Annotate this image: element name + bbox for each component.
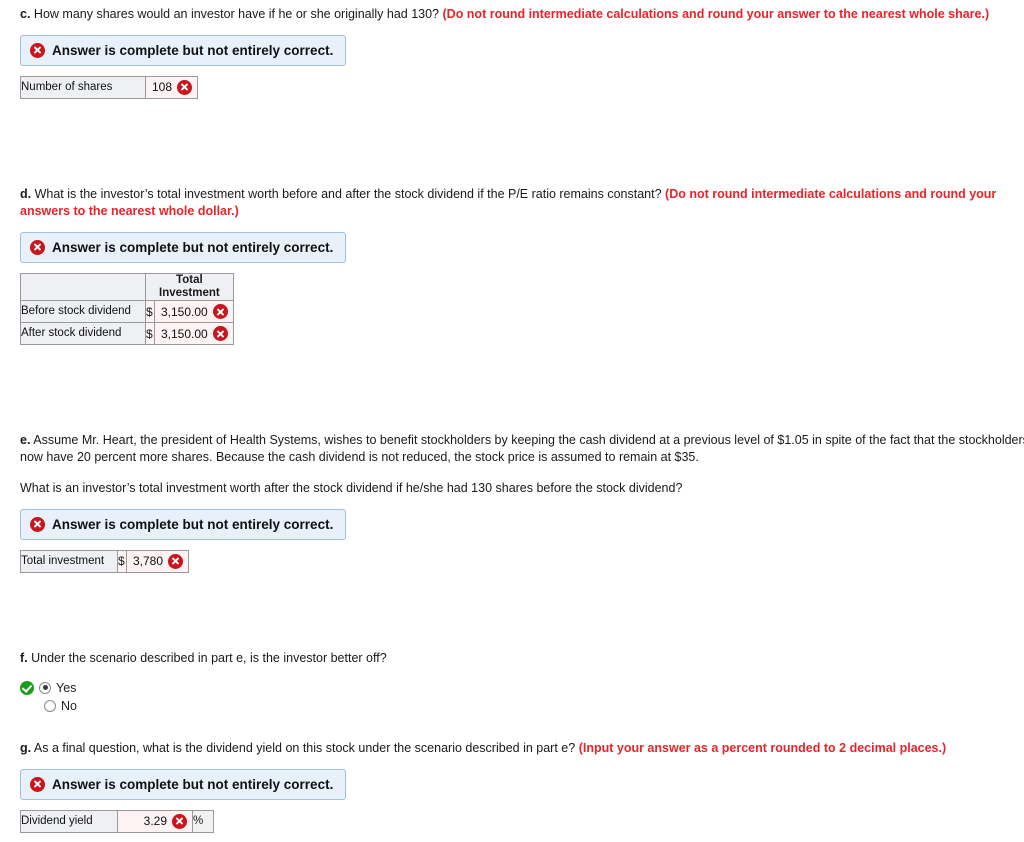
radio-option-yes[interactable]: Yes xyxy=(20,680,1010,695)
answer-table-d: Total Investment Before stock dividend $… xyxy=(20,272,234,346)
question-part-c: c. How many shares would an investor hav… xyxy=(20,6,1010,99)
answer-value-total-investment: 3,780 xyxy=(133,554,164,569)
answer-cell-dividend-yield[interactable]: 3.29 xyxy=(117,809,193,833)
status-banner-e-text: Answer is complete but not entirely corr… xyxy=(52,516,334,532)
answer-value-before-stock-dividend: 3,150.00 xyxy=(161,304,208,319)
error-x-icon xyxy=(30,42,45,58)
radio-yes-label: Yes xyxy=(56,680,77,695)
question-g-label: g. xyxy=(20,741,32,755)
error-x-icon xyxy=(177,79,193,95)
radio-no-input[interactable] xyxy=(44,699,56,712)
answer-cell-total-investment[interactable]: 3,780 xyxy=(125,549,190,573)
question-f-text: f. Under the scenario described in part … xyxy=(20,650,1010,667)
question-e-subtext: What is an investor’s total investment w… xyxy=(20,480,683,495)
row-label-after-stock-dividend: After stock dividend xyxy=(20,322,146,346)
question-c-note: (Do not round intermediate calculations … xyxy=(442,7,990,21)
row-label-total-investment: Total investment xyxy=(20,549,118,573)
question-d-label: d. xyxy=(20,187,32,201)
currency-symbol: $ xyxy=(145,322,155,346)
question-f-body: Under the scenario described in part e, … xyxy=(31,651,387,665)
status-banner-d-text: Answer is complete but not entirely corr… xyxy=(52,239,334,255)
table-row: Number of shares 108 xyxy=(20,75,199,99)
question-f-label: f. xyxy=(20,651,28,665)
answer-cell-number-of-shares[interactable]: 108 xyxy=(144,75,199,99)
question-c-body: How many shares would an investor have i… xyxy=(33,7,440,21)
correct-check-icon xyxy=(20,680,34,695)
answer-table-g: Dividend yield 3.29 % xyxy=(20,809,214,833)
status-banner-c-text: Answer is complete but not entirely corr… xyxy=(52,42,334,58)
column-header-total-investment: Total Investment xyxy=(145,272,234,302)
error-x-icon xyxy=(30,516,45,532)
question-c-label: c. xyxy=(20,7,31,21)
question-g-note: (Input your answer as a percent rounded … xyxy=(578,741,947,755)
radio-no-label: No xyxy=(61,698,77,713)
status-banner-c: Answer is complete but not entirely corr… xyxy=(20,34,347,66)
answer-value-dividend-yield: 3.29 xyxy=(143,814,167,829)
error-x-icon xyxy=(168,553,184,569)
question-d-text: d. What is the investor’s total investme… xyxy=(20,186,1010,220)
currency-symbol: $ xyxy=(145,300,155,324)
answer-cell-after-stock-dividend[interactable]: 3,150.00 xyxy=(154,322,234,346)
answer-table-e: Total investment $ 3,780 xyxy=(20,549,190,573)
question-g-body: As a final question, what is the dividen… xyxy=(33,741,576,755)
status-banner-e: Answer is complete but not entirely corr… xyxy=(20,508,347,540)
row-label-before-stock-dividend: Before stock dividend xyxy=(20,300,146,324)
answer-value-number-of-shares: 108 xyxy=(152,80,173,95)
answer-table-c: Number of shares 108 xyxy=(20,75,199,99)
table-row: Dividend yield 3.29 % xyxy=(20,809,214,833)
table-header-row: Total Investment xyxy=(20,272,234,302)
radio-yes-input[interactable] xyxy=(39,681,51,694)
answer-cell-before-stock-dividend[interactable]: 3,150.00 xyxy=(154,300,234,324)
error-x-icon xyxy=(212,304,228,320)
error-x-icon xyxy=(212,326,228,342)
question-g-text: g. As a final question, what is the divi… xyxy=(20,740,1010,757)
column-header-line1: Total xyxy=(176,273,203,286)
error-x-icon xyxy=(172,813,187,829)
question-d-body: What is the investor’s total investment … xyxy=(34,187,662,201)
currency-symbol: $ xyxy=(117,549,127,573)
row-label-dividend-yield: Dividend yield xyxy=(20,809,118,833)
question-part-e: e. Assume Mr. Heart, the president of He… xyxy=(20,432,1024,573)
question-part-d: d. What is the investor’s total investme… xyxy=(20,186,1010,346)
question-e-text: e. Assume Mr. Heart, the president of He… xyxy=(20,432,1024,466)
question-part-g: g. As a final question, what is the divi… xyxy=(20,740,1010,833)
status-banner-g-text: Answer is complete but not entirely corr… xyxy=(52,776,334,792)
error-x-icon xyxy=(30,239,45,255)
question-c-text: c. How many shares would an investor hav… xyxy=(20,6,1010,23)
radio-option-no[interactable]: No xyxy=(44,699,1010,713)
question-part-f: f. Under the scenario described in part … xyxy=(20,650,1010,713)
answer-value-after-stock-dividend: 3,150.00 xyxy=(161,326,208,341)
status-banner-d: Answer is complete but not entirely corr… xyxy=(20,231,347,263)
empty-corner-cell xyxy=(20,272,146,302)
table-row: Total investment $ 3,780 xyxy=(20,549,190,573)
question-e-label: e. xyxy=(20,433,31,447)
status-banner-g: Answer is complete but not entirely corr… xyxy=(20,768,347,800)
row-label-number-of-shares: Number of shares xyxy=(20,75,146,99)
unit-percent: % xyxy=(192,809,214,833)
table-row: After stock dividend $ 3,150.00 xyxy=(20,322,234,346)
error-x-icon xyxy=(30,776,45,792)
worksheet-page: c. How many shares would an investor hav… xyxy=(0,0,1024,842)
table-row: Before stock dividend $ 3,150.00 xyxy=(20,300,234,324)
column-header-line2: Investment xyxy=(159,286,220,299)
question-e-body: Assume Mr. Heart, the president of Healt… xyxy=(20,433,1024,464)
